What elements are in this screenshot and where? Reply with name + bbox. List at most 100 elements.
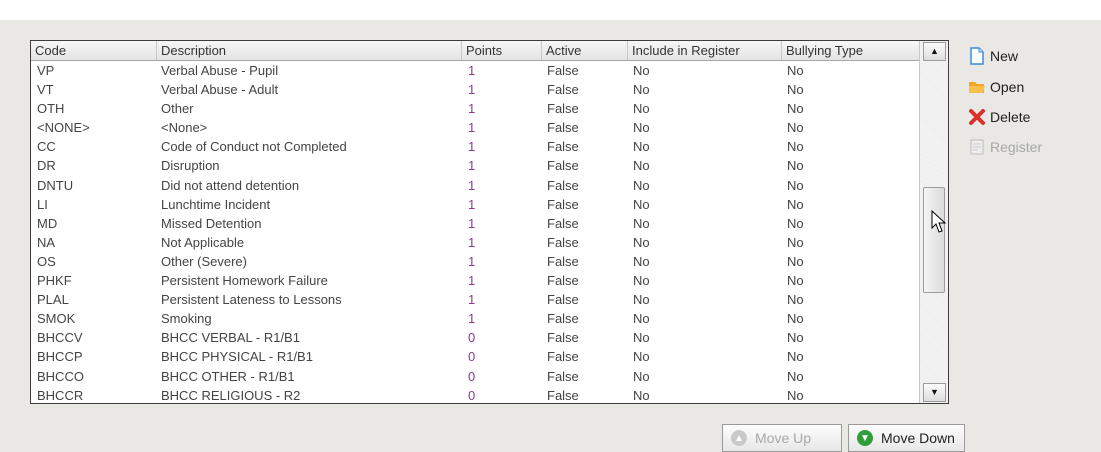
cell-points: 1 (468, 196, 476, 212)
register-button[interactable]: Register (968, 136, 1042, 158)
table-row[interactable]: BHCCR BHCC RELIGIOUS - R2 0 False No No (31, 386, 919, 403)
cell-bullying-type: No (787, 82, 804, 98)
cell-bullying-type: No (787, 139, 804, 155)
new-button[interactable]: New (968, 45, 1018, 67)
column-header-active[interactable]: Active (542, 41, 628, 60)
register-button-label: Register (990, 139, 1043, 155)
table-row[interactable]: SMOK Smoking 1 False No No (31, 309, 919, 328)
cell-points: 1 (468, 101, 476, 117)
cell-bullying-type: No (787, 349, 804, 365)
cell-code: BHCCP (37, 349, 83, 365)
cell-description: Disruption (161, 158, 220, 174)
cell-bullying-type: No (787, 101, 804, 117)
cell-bullying-type: No (787, 215, 804, 231)
cell-include-in-register: No (633, 63, 650, 78)
cell-description: <None> (161, 120, 208, 136)
table-row[interactable]: PLAL Persistent Lateness to Lessons 1 False… (31, 290, 919, 309)
table-row[interactable]: DR Disruption 1 False No No (31, 156, 919, 175)
table-row[interactable]: BHCCO BHCC OTHER - R1/B1 0 False No No (31, 367, 919, 386)
cell-include-in-register: No (633, 82, 650, 98)
column-header-bullying-type[interactable]: Bullying Type (782, 41, 919, 60)
cell-points: 1 (468, 82, 476, 98)
table-row[interactable]: VT Verbal Abuse - Adult 1 False No No (31, 80, 919, 99)
cell-bullying-type: No (787, 234, 804, 250)
cell-active: False (547, 158, 579, 174)
cell-points: 1 (468, 253, 476, 269)
table-row[interactable]: OTH Other 1 False No No (31, 99, 919, 118)
cell-points: 1 (468, 158, 476, 174)
cell-points: 1 (468, 292, 476, 308)
cell-bullying-type: No (787, 120, 804, 136)
delete-x-icon (968, 108, 986, 126)
table-row[interactable]: BHCCV BHCC VERBAL - R1/B1 0 False No No (31, 328, 919, 347)
cell-points: 1 (468, 311, 476, 327)
cell-active: False (547, 139, 579, 155)
move-up-button[interactable]: ▲ Move Up (722, 424, 842, 452)
cell-code: OTH (37, 101, 65, 117)
cell-description: Did not attend detention (161, 177, 300, 193)
top-band (0, 0, 1101, 20)
cell-bullying-type: No (787, 196, 804, 212)
cell-points: 1 (468, 177, 476, 193)
column-header-code[interactable]: Code (31, 41, 157, 60)
cell-include-in-register: No (633, 311, 650, 327)
cell-bullying-type: No (787, 292, 804, 308)
cell-code: BHCCO (37, 368, 84, 384)
cell-code: CC (37, 139, 56, 155)
cell-bullying-type: No (787, 177, 804, 193)
table-row[interactable]: BHCCP BHCC PHYSICAL - R1/B1 0 False No No (31, 347, 919, 366)
cell-description: BHCC OTHER - R1/B1 (161, 368, 295, 384)
table-row[interactable]: OS Other (Severe) 1 False No No (31, 252, 919, 271)
mouse-pointer-icon (931, 210, 947, 233)
folder-open-icon (968, 78, 986, 96)
cell-description: Verbal Abuse - Pupil (161, 63, 279, 78)
scroll-up-button[interactable]: ▲ (923, 42, 946, 61)
move-down-button[interactable]: ▼ Move Down (848, 424, 965, 452)
cell-code: BHCCR (37, 387, 84, 403)
cell-include-in-register: No (633, 120, 650, 136)
cell-code: MD (37, 215, 58, 231)
cell-bullying-type: No (787, 368, 804, 384)
table-row[interactable]: LI Lunchtime Incident 1 False No No (31, 195, 919, 214)
grid-rows: VP Verbal Abuse - Pupil 1 False No No VT Verbal… (31, 61, 919, 403)
cell-active: False (547, 253, 579, 269)
cell-code: VT (37, 82, 54, 98)
cell-active: False (547, 101, 579, 117)
table-row[interactable]: VP Verbal Abuse - Pupil 1 False No No (31, 61, 919, 80)
cell-points: 1 (468, 63, 476, 78)
cell-description: BHCC RELIGIOUS - R2 (161, 387, 301, 403)
table-row[interactable]: <NONE> <None> 1 False No No (31, 118, 919, 137)
cell-bullying-type: No (787, 158, 804, 174)
new-document-icon (968, 47, 986, 65)
cell-description: Other (161, 101, 194, 117)
table-row[interactable]: CC Code of Conduct not Completed 1 False No N… (31, 137, 919, 156)
delete-button[interactable]: Delete (968, 106, 1030, 128)
table-row[interactable]: DNTU Did not attend detention 1 False No No (31, 176, 919, 195)
cell-description: Verbal Abuse - Adult (161, 82, 279, 98)
cell-active: False (547, 196, 579, 212)
cell-include-in-register: No (633, 215, 650, 231)
cell-description: Lunchtime Incident (161, 196, 271, 212)
cell-points: 1 (468, 273, 476, 289)
open-button[interactable]: Open (968, 76, 1024, 98)
cell-active: False (547, 177, 579, 193)
column-header-points[interactable]: Points (462, 41, 542, 60)
column-header-description[interactable]: Description (157, 41, 462, 60)
move-up-label: Move Up (755, 430, 812, 446)
cell-description: Not Applicable (161, 234, 245, 250)
cell-description: Persistent Homework Failure (161, 273, 328, 289)
cell-description: BHCC VERBAL - R1/B1 (161, 330, 300, 346)
cell-active: False (547, 387, 579, 403)
scroll-thumb[interactable] (923, 187, 945, 293)
scroll-down-button[interactable]: ▼ (923, 383, 946, 402)
table-row[interactable]: NA Not Applicable 1 False No No (31, 233, 919, 252)
table-row[interactable]: PHKF Persistent Homework Failure 1 False No N… (31, 271, 919, 290)
codes-grid[interactable]: Code Description Points Active Include i… (30, 40, 949, 404)
open-button-label: Open (990, 79, 1025, 95)
cell-bullying-type: No (787, 63, 804, 78)
table-row[interactable]: MD Missed Detention 1 False No No (31, 214, 919, 233)
cell-include-in-register: No (633, 330, 650, 346)
cell-active: False (547, 82, 579, 98)
column-header-include-in-register[interactable]: Include in Register (628, 41, 782, 60)
cell-active: False (547, 349, 579, 365)
